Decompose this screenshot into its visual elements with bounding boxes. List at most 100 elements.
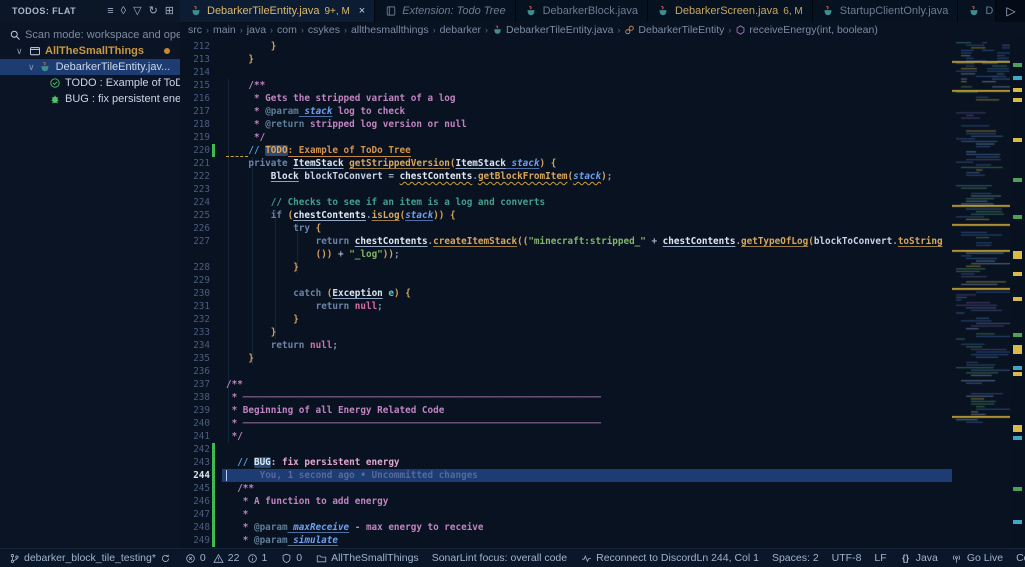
sidebar-item-file-node[interactable]: ∨DebarkerTileEntity.jav...9+, M — [0, 59, 180, 75]
code-line: */ — [222, 131, 952, 144]
editor-group: src›main›java›com›csykes›allthesmallthin… — [180, 22, 1025, 548]
filter-icon[interactable]: ▽ — [133, 6, 141, 17]
java-icon — [967, 5, 980, 18]
code-line — [222, 183, 952, 196]
code-line: if (chestContents.isLog(stack)) { — [222, 209, 952, 222]
status-eol[interactable]: LF — [874, 552, 886, 564]
code-line: // Checks to see if an item is a log and… — [222, 196, 952, 209]
code-editor[interactable]: 212}213}214215/**216 * Gets the stripped… — [180, 38, 1025, 548]
refresh-icon[interactable]: ↻ — [149, 6, 158, 17]
breadcrumb-folder[interactable]: java — [247, 24, 266, 36]
code-line: Block blockToConvert = chestContents.get… — [222, 170, 952, 183]
status-label: Colorize: 0 variables — [1016, 552, 1025, 564]
sidebar-item-bug-node[interactable]: BUG : fix persistent energy — [0, 91, 180, 107]
chevron-down-icon[interactable]: ∨ — [28, 62, 35, 73]
status-problems[interactable]: 0221 — [185, 552, 267, 564]
extension-icon — [384, 5, 397, 18]
status-sonarlint-focus[interactable]: SonarLint focus: overall code — [432, 552, 567, 564]
sidebar-item-label: Scan mode: workspace and ope... — [25, 29, 180, 41]
status-sonarlint-hotspots[interactable]: 0 — [280, 552, 302, 564]
code-line: return chestContents.createItemStack(("m… — [222, 235, 952, 248]
breadcrumb-folder[interactable]: src — [188, 24, 202, 36]
code-line: } — [222, 313, 952, 326]
clear-filter-icon[interactable]: ◊ — [121, 6, 126, 17]
tab-debarkerblock[interactable]: DebarkerBlock.java — [516, 0, 648, 22]
ruler-mark — [1013, 251, 1022, 259]
tab-label: DebarkerScreen.java — [675, 5, 778, 17]
breadcrumb-folder[interactable]: debarker — [440, 24, 481, 36]
status-label: UTF-8 — [832, 552, 862, 564]
status-error-count: 0 — [185, 552, 206, 564]
breadcrumb-folder[interactable]: com — [277, 24, 297, 36]
tab-startupclientonly[interactable]: StartupClientOnly.java — [813, 0, 959, 22]
line-number: 232 — [180, 313, 210, 326]
breadcrumb-folder[interactable]: main — [213, 24, 236, 36]
breadcrumb-symbol[interactable]: receiveEnergy(int, boolean) — [749, 24, 877, 36]
status-workspace-folder[interactable]: AllTheSmallThings — [315, 552, 419, 564]
breadcrumb-separator: › — [727, 25, 732, 35]
status-git-branch[interactable]: debarker_block_tile_testing* — [8, 552, 172, 564]
breadcrumb-folder[interactable]: csykes — [308, 24, 340, 36]
sidebar-item-workspace-node[interactable]: ∨AllTheSmallThings — [0, 43, 180, 59]
todo-tree-panel-header: TODOS: FLAT ≡◊▽↻⊞ — [0, 0, 180, 22]
status-go-live[interactable]: Go Live — [951, 552, 1003, 564]
sidebar-item-scan-mode[interactable]: Scan mode: workspace and ope... — [0, 27, 180, 43]
view-as-list-icon[interactable]: ≡ — [107, 6, 113, 17]
tab-label: DebarkerTileEntity.java — [207, 5, 320, 17]
git-added-indicator — [212, 482, 215, 495]
code-line: /** — [222, 79, 952, 92]
status-colorize-variables[interactable]: Colorize: 0 variables — [1016, 552, 1025, 564]
java-icon — [189, 5, 202, 18]
breadcrumb-folder[interactable]: allthesmallthings — [351, 24, 429, 36]
line-number: 226 — [180, 222, 210, 235]
status-indentation[interactable]: Spaces: 2 — [772, 552, 819, 564]
code-line: You, 1 second ago • Uncommitted changes — [222, 469, 952, 482]
status-label: Reconnect to Discord — [596, 552, 696, 564]
code-line: * @param stack log to check — [222, 105, 952, 118]
line-number: 233 — [180, 326, 210, 339]
close-icon[interactable]: × — [359, 5, 365, 17]
git-added-indicator — [212, 144, 215, 157]
line-number: 248 — [180, 521, 210, 534]
status-discord-reconnect[interactable]: Reconnect to Discord — [580, 552, 696, 564]
tab-partial[interactable]: D — [958, 0, 996, 22]
run-java-button[interactable]: ▷ — [1006, 4, 1015, 18]
chevron-down-icon[interactable]: ∨ — [16, 46, 24, 57]
line-number: 225 — [180, 209, 210, 222]
folder-icon — [315, 552, 327, 564]
todo-tree-sidebar: Scan mode: workspace and ope... ∨AllTheSm… — [0, 22, 180, 548]
sidebar-item-label: BUG : fix persistent energy — [65, 93, 180, 105]
breadcrumb-separator: › — [484, 25, 489, 35]
sidebar-item-todo-node[interactable]: TODO : Example of ToDo Tree — [0, 75, 180, 91]
minimap[interactable] — [952, 38, 1010, 548]
code-line: * Beginning of all Energy Related Code — [222, 404, 952, 417]
line-number: 246 — [180, 495, 210, 508]
status-language-mode[interactable]: {}Java — [900, 552, 938, 564]
breadcrumb-symbol[interactable]: DebarkerTileEntity — [638, 24, 724, 36]
status-encoding[interactable]: UTF-8 — [832, 552, 862, 564]
line-number: 227 — [180, 235, 210, 248]
ruler-mark — [1013, 366, 1022, 370]
line-number: 214 — [180, 66, 210, 79]
line-number: 221 — [180, 157, 210, 170]
line-number: 216 — [180, 92, 210, 105]
branch-icon — [8, 552, 20, 564]
tab-debarkerscreen[interactable]: DebarkerScreen.java6, M — [648, 0, 813, 22]
code-line: * Gets the stripped variant of a log — [222, 92, 952, 105]
breadcrumb-separator: › — [269, 25, 274, 35]
breadcrumb-file[interactable]: DebarkerTileEntity.java — [506, 24, 613, 36]
line-number: 224 — [180, 196, 210, 209]
expand-all-icon[interactable]: ⊞ — [165, 6, 174, 17]
code-line: // BUG: fix persistent energy — [222, 456, 952, 469]
status-bar: debarker_block_tile_testing*02210AllTheS… — [0, 548, 1025, 567]
code-line: ()) + "_log")); — [222, 248, 952, 261]
line-number: 231 — [180, 300, 210, 313]
tab-extension-todo-tree[interactable]: Extension: Todo Tree — [375, 0, 515, 22]
method-icon — [735, 25, 746, 36]
tab-debarkertileentity[interactable]: DebarkerTileEntity.java9+, M× — [180, 0, 375, 22]
status-cursor-position[interactable]: Ln 244, Col 1 — [697, 552, 759, 564]
line-number: 239 — [180, 404, 210, 417]
code-line: } — [222, 40, 952, 53]
code-line: return null; — [222, 300, 952, 313]
overview-ruler — [1010, 38, 1025, 548]
